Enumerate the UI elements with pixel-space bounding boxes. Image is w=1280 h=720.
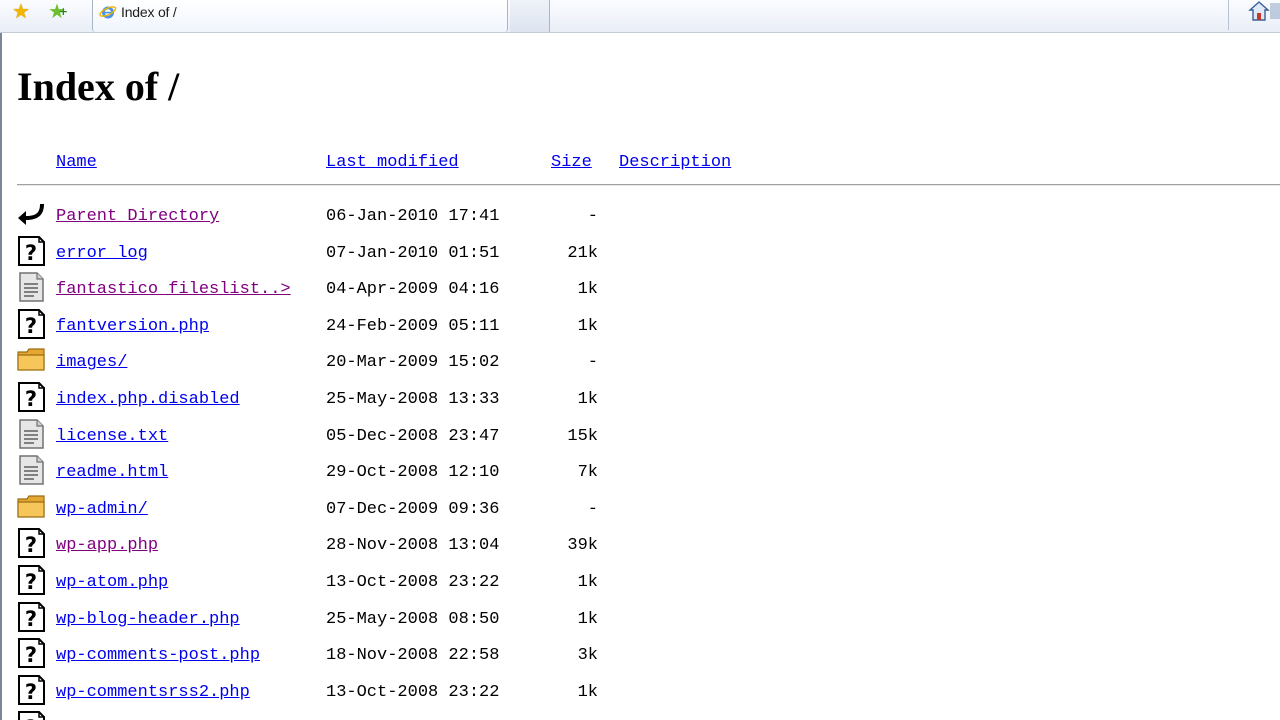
last-modified-cell: 06-Jan-2010 17:41 bbox=[326, 207, 500, 226]
unknown-file-icon: ? bbox=[16, 308, 46, 339]
table-row: wp-admin/07-Dec-2009 09:36 - bbox=[2, 492, 1280, 528]
text-file-icon bbox=[16, 455, 46, 485]
unknown-file-icon: ? bbox=[16, 601, 46, 632]
svg-text:?: ? bbox=[25, 643, 37, 667]
table-row: readme.html 29-Oct-2008 12:10 7k bbox=[2, 455, 1280, 491]
unknown-file-icon: ? bbox=[16, 674, 46, 705]
page-content: Index of / Name Last modified Size Descr… bbox=[2, 33, 1280, 720]
table-row: ? bbox=[2, 711, 1280, 720]
svg-text:?: ? bbox=[25, 241, 37, 265]
size-cell: 1k bbox=[577, 609, 598, 629]
size-cell: 1k bbox=[577, 390, 598, 409]
table-row: ? error_log 07-Jan-2010 01:51 21k bbox=[2, 235, 1280, 272]
unknown-file-icon: ? bbox=[16, 382, 46, 412]
svg-text:?: ? bbox=[25, 607, 37, 631]
column-header-last-modified[interactable]: Last modified bbox=[326, 153, 459, 173]
svg-text:?: ? bbox=[25, 680, 37, 704]
file-link[interactable]: license.txt bbox=[56, 427, 168, 447]
file-link[interactable]: wp-atom.php bbox=[56, 573, 168, 593]
svg-text:?: ? bbox=[25, 570, 37, 594]
page-heading: Index of / bbox=[17, 64, 180, 109]
header-divider bbox=[17, 184, 1280, 186]
size-cell: - bbox=[587, 499, 598, 519]
last-modified-cell: 25-May-2008 13:33 bbox=[326, 390, 500, 409]
size-cell: 3k bbox=[577, 646, 598, 666]
size-cell: 7k bbox=[577, 463, 598, 483]
last-modified-cell: 29-Oct-2008 12:10 bbox=[326, 463, 500, 483]
svg-text:?: ? bbox=[25, 387, 37, 411]
table-row: ? wp-atom.php 13-Oct-2008 23:22 1k bbox=[2, 565, 1280, 601]
file-link[interactable]: wp-blog-header.php bbox=[56, 610, 240, 630]
table-row: ? fantversion.php 24-Feb-2009 05:11 1k bbox=[2, 308, 1280, 345]
file-link[interactable]: fantastico_fileslist..> bbox=[56, 280, 291, 300]
table-row: ? wp-blog-header.php 25-May-2008 08:50 1k bbox=[2, 601, 1280, 638]
svg-text:?: ? bbox=[25, 314, 37, 338]
folder-icon bbox=[16, 345, 46, 375]
tab-bar: ★ ★ + Index of / bbox=[0, 0, 1280, 33]
unknown-file-icon: ? bbox=[16, 528, 46, 559]
text-file-icon bbox=[16, 272, 46, 302]
last-modified-cell: 05-Dec-2008 23:47 bbox=[326, 426, 500, 446]
column-header-size[interactable]: Size bbox=[551, 153, 592, 173]
add-to-favorites-icon[interactable]: ★ + bbox=[44, 0, 70, 22]
table-row: license.txt 05-Dec-2008 23:47 15k bbox=[2, 418, 1280, 455]
size-cell: 39k bbox=[567, 536, 598, 556]
table-row: ? wp-commentsrss2.php 13-Oct-2008 23:22 1k bbox=[2, 674, 1280, 711]
size-cell: - bbox=[587, 207, 598, 226]
unknown-file-icon: ? bbox=[16, 565, 46, 595]
home-icon[interactable] bbox=[1248, 0, 1270, 22]
toolbar-separator bbox=[1228, 0, 1229, 30]
last-modified-cell: 24-Feb-2009 05:11 bbox=[326, 316, 500, 336]
last-modified-cell: 07-Jan-2010 01:51 bbox=[326, 243, 500, 263]
unknown-file-icon: ? bbox=[16, 235, 46, 266]
new-tab-button[interactable] bbox=[510, 0, 550, 32]
folder-icon bbox=[16, 492, 46, 522]
file-link[interactable]: wp-commentsrss2.php bbox=[56, 683, 250, 703]
last-modified-cell: 28-Nov-2008 13:04 bbox=[326, 536, 500, 556]
svg-text:?: ? bbox=[25, 533, 37, 557]
file-link[interactable]: fantversion.php bbox=[56, 317, 209, 337]
browser-window: ★ ★ + Index of / Index of / Name Last mod… bbox=[0, 0, 1280, 720]
size-cell: 21k bbox=[567, 243, 598, 263]
favorites-star-icon[interactable]: ★ bbox=[8, 0, 34, 22]
file-link[interactable]: error_log bbox=[56, 244, 148, 264]
last-modified-cell: 07-Dec-2009 09:36 bbox=[326, 499, 500, 519]
file-link[interactable]: readme.html bbox=[56, 463, 168, 483]
column-header-name[interactable]: Name bbox=[56, 153, 97, 173]
file-link[interactable]: wp-app.php bbox=[56, 536, 158, 556]
last-modified-cell: 04-Apr-2009 04:16 bbox=[326, 280, 500, 300]
unknown-file-icon: ? bbox=[16, 638, 46, 669]
size-cell: 1k bbox=[577, 682, 598, 702]
tab-title: Index of / bbox=[121, 4, 177, 20]
last-modified-cell: 13-Oct-2008 23:22 bbox=[326, 682, 500, 702]
table-row: Parent Directory 06-Jan-2010 17:41 - bbox=[2, 199, 1280, 235]
unknown-file-icon: ? bbox=[16, 711, 46, 720]
file-link[interactable]: wp-comments-post.php bbox=[56, 646, 260, 666]
last-modified-cell: 25-May-2008 08:50 bbox=[326, 609, 500, 629]
tab-index[interactable]: Index of / bbox=[92, 0, 508, 32]
last-modified-cell: 13-Oct-2008 23:22 bbox=[326, 573, 500, 592]
table-row: ? wp-comments-post.php 18-Nov-2008 22:58 3k bbox=[2, 638, 1280, 674]
size-cell: 15k bbox=[567, 426, 598, 446]
parent-directory-icon bbox=[16, 199, 46, 229]
file-link[interactable]: wp-admin/ bbox=[56, 500, 148, 520]
table-row: ? index.php.disabled 25-May-2008 13:33 1k bbox=[2, 382, 1280, 418]
ie-page-icon bbox=[99, 6, 117, 19]
table-row: ? wp-app.php 28-Nov-2008 13:04 39k bbox=[2, 528, 1280, 564]
file-link[interactable]: index.php.disabled bbox=[56, 390, 240, 410]
last-modified-cell: 18-Nov-2008 22:58 bbox=[326, 646, 500, 666]
column-header-description[interactable]: Description bbox=[619, 153, 731, 173]
svg-text:?: ? bbox=[25, 716, 37, 720]
last-modified-cell: 20-Mar-2009 15:02 bbox=[326, 353, 500, 373]
size-cell: 1k bbox=[577, 280, 598, 300]
text-file-icon bbox=[16, 418, 46, 449]
table-row: images/20-Mar-2009 15:02 - bbox=[2, 345, 1280, 381]
size-cell: 1k bbox=[577, 316, 598, 336]
file-link[interactable]: images/ bbox=[56, 353, 127, 373]
size-cell: - bbox=[587, 353, 598, 373]
toolbar-clipped-item bbox=[1270, 3, 1280, 19]
table-row: fantastico_fileslist..> 04-Apr-2009 04:16… bbox=[2, 272, 1280, 308]
size-cell: 1k bbox=[577, 573, 598, 592]
file-link[interactable]: Parent Directory bbox=[56, 207, 219, 227]
